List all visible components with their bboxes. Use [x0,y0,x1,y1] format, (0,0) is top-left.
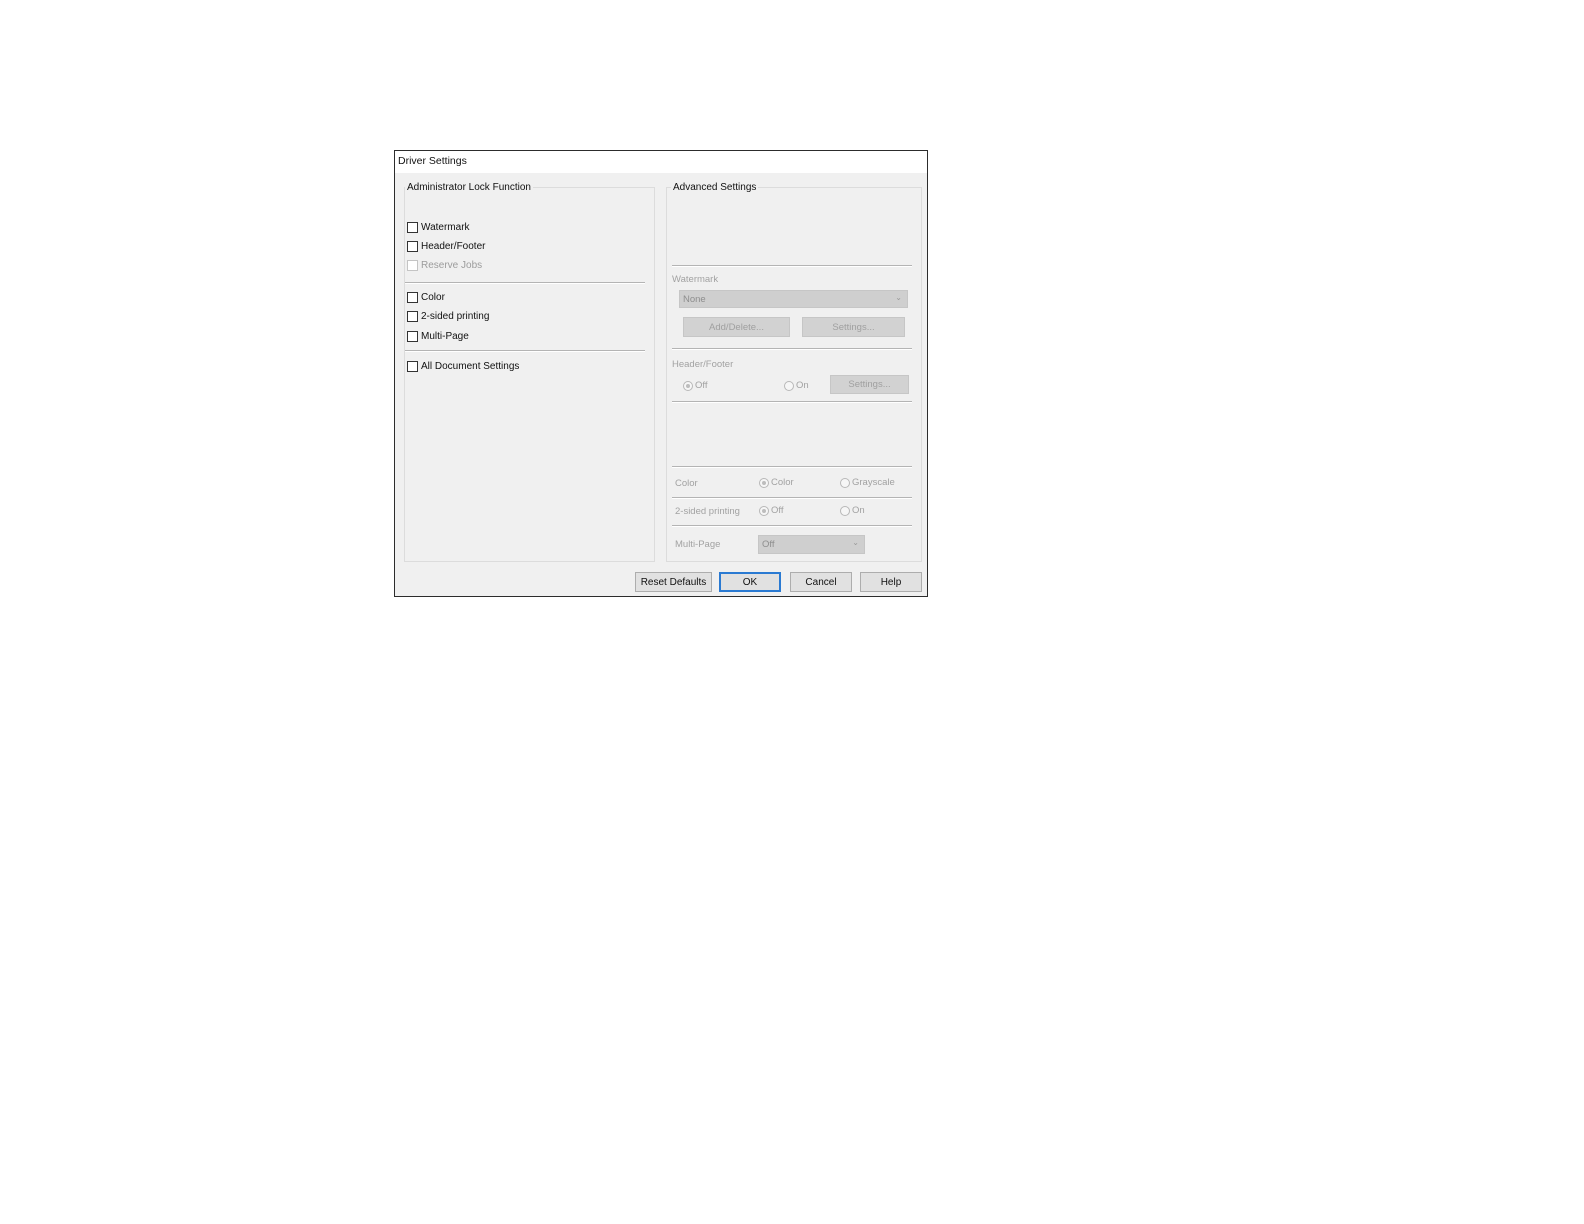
color-label: Color [675,478,698,489]
multi-page-label: Multi-Page [675,539,721,550]
radio-indicator [759,505,769,516]
two-sided-on-radio: On [840,505,865,516]
checkbox-box[interactable] [407,240,418,252]
watermark-lock-checkbox[interactable]: Watermark [407,220,470,234]
watermark-label: Watermark [672,274,719,285]
watermark-dropdown: None ⌄ [679,290,908,308]
multi-page-value: Off [762,539,775,550]
radio-indicator [784,380,794,391]
watermark-value: None [683,294,706,305]
reset-defaults-button[interactable]: Reset Defaults [635,572,712,592]
color-lock-checkbox[interactable]: Color [407,290,445,304]
checkbox-box[interactable] [407,291,418,303]
radio-label: Off [695,380,708,391]
checkbox-label: Reserve Jobs [421,259,483,271]
radio-indicator [840,505,850,516]
checkbox-label: Color [421,291,445,303]
checkbox-box[interactable] [407,360,418,372]
header-footer-label: Header/Footer [672,359,734,370]
header-footer-on-radio: On [784,380,809,391]
driver-settings-dialog: Driver Settings Administrator Lock Funct… [394,150,928,597]
advanced-settings-title: Advanced Settings [671,182,759,193]
title-bar: Driver Settings [395,151,927,173]
checkbox-label: Header/Footer [421,240,486,252]
radio-label: Grayscale [852,477,895,488]
checkbox-label: Watermark [421,221,470,233]
radio-label: Color [771,477,794,488]
chevron-down-icon: ⌄ [895,293,902,302]
divider [672,497,912,499]
divider [672,348,912,350]
help-button[interactable]: Help [860,572,922,592]
header-footer-settings-button: Settings... [830,375,909,394]
header-footer-lock-checkbox[interactable]: Header/Footer [407,239,485,253]
reserve-jobs-lock-checkbox: Reserve Jobs [407,258,482,272]
watermark-settings-button: Settings... [802,317,905,337]
cancel-button[interactable]: Cancel [790,572,852,592]
two-sided-label: 2-sided printing [675,506,740,517]
watermark-add-delete-button: Add/Delete... [683,317,790,337]
radio-label: Off [771,505,784,516]
divider [672,466,912,468]
multi-page-dropdown: Off ⌄ [758,535,865,554]
checkbox-box[interactable] [407,310,418,322]
divider [672,525,912,527]
admin-lock-title: Administrator Lock Function [405,182,533,193]
divider [405,350,645,352]
color-option-radio: Color [759,477,794,488]
grayscale-option-radio: Grayscale [840,477,895,488]
checkbox-label: Multi-Page [421,330,469,342]
radio-label: On [796,380,809,391]
checkbox-box [407,259,418,271]
divider [672,401,912,403]
checkbox-label: 2-sided printing [421,310,490,322]
multi-page-lock-checkbox[interactable]: Multi-Page [407,329,469,343]
header-footer-off-radio: Off [683,380,708,391]
all-document-settings-lock-checkbox[interactable]: All Document Settings [407,359,519,373]
checkbox-box[interactable] [407,330,418,342]
checkbox-box[interactable] [407,221,418,233]
dialog-title: Driver Settings [398,155,467,167]
chevron-down-icon: ⌄ [852,538,859,547]
radio-indicator [683,380,693,391]
radio-indicator [840,477,850,488]
checkbox-label: All Document Settings [421,360,520,372]
radio-indicator [759,477,769,488]
radio-label: On [852,505,865,516]
divider [405,282,645,284]
ok-button[interactable]: OK [719,572,781,592]
divider [672,265,912,267]
two-sided-off-radio: Off [759,505,784,516]
two-sided-lock-checkbox[interactable]: 2-sided printing [407,309,489,323]
